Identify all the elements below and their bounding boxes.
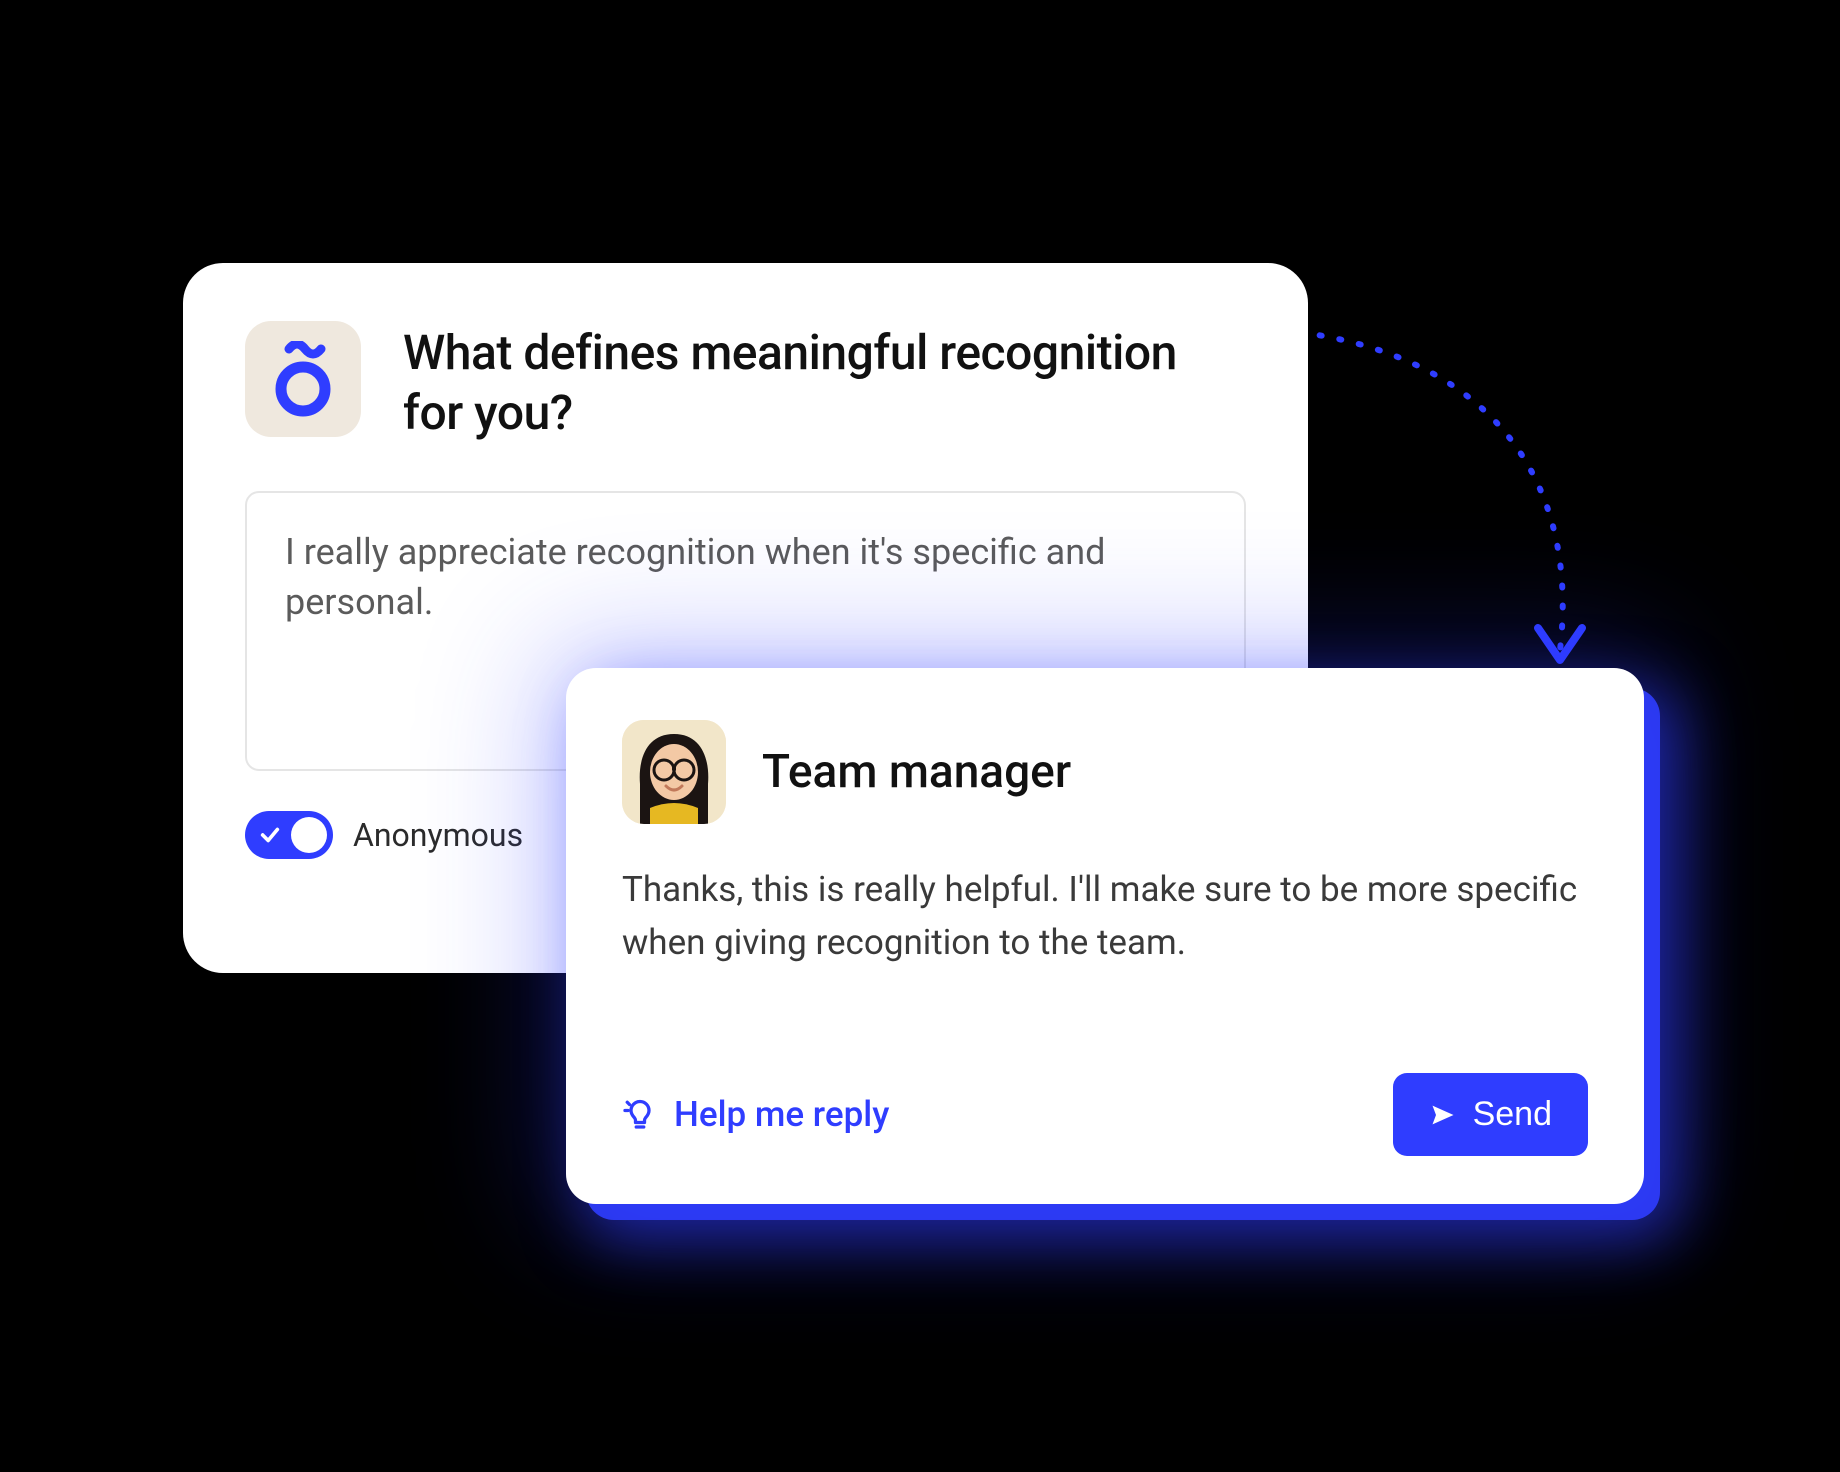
anonymous-toggle[interactable] [245, 811, 333, 859]
help-me-reply-label: Help me reply [674, 1094, 889, 1135]
reply-author-role: Team manager [762, 745, 1071, 799]
send-icon [1429, 1101, 1457, 1129]
check-icon [259, 824, 281, 846]
reply-footer: Help me reply Send [622, 1073, 1588, 1156]
avatar [622, 720, 726, 824]
question-title: What defines meaningful recognition for … [403, 321, 1246, 443]
question-header: What defines meaningful recognition for … [245, 321, 1246, 443]
send-button[interactable]: Send [1393, 1073, 1588, 1156]
anonymous-toggle-label: Anonymous [353, 816, 523, 854]
help-me-reply-button[interactable]: Help me reply [622, 1094, 889, 1135]
send-button-label: Send [1473, 1095, 1552, 1134]
brand-logo-icon [245, 321, 361, 437]
reply-header: Team manager [622, 720, 1588, 824]
lightbulb-icon [622, 1097, 658, 1133]
reply-body: Thanks, this is really helpful. I'll mak… [622, 864, 1588, 969]
reply-card: Team manager Thanks, this is really help… [566, 668, 1644, 1204]
connector-arrow [1270, 320, 1630, 690]
